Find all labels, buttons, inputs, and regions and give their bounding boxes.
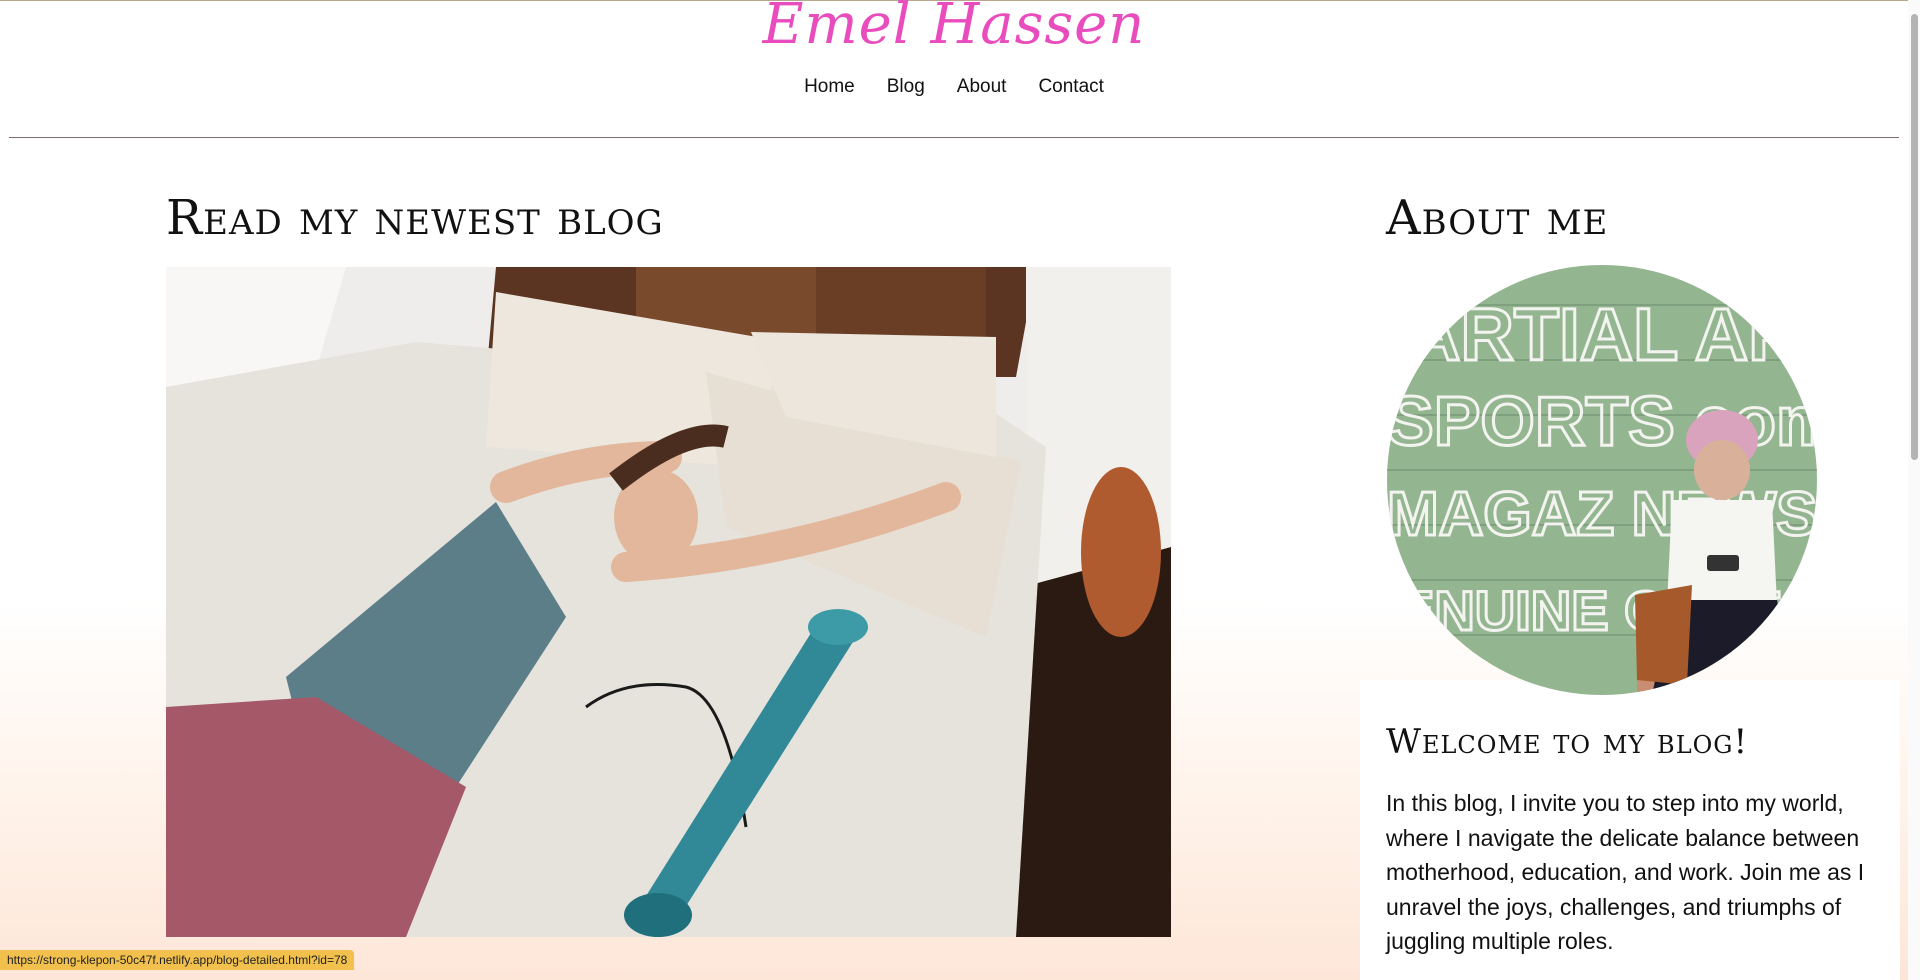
scrollbar-track[interactable] (1908, 0, 1920, 980)
featured-blog-image[interactable] (166, 267, 1171, 937)
mural-line-1: ARTIAL ARTS (1407, 293, 1817, 376)
newest-blog-heading: Read my newest blog (166, 190, 664, 246)
site-logo[interactable]: Emel Hassen (0, 0, 1908, 57)
nav-home-link[interactable]: Home (804, 76, 855, 98)
scrollbar-thumb[interactable] (1911, 14, 1918, 460)
nav-blog-link[interactable]: Blog (887, 76, 925, 98)
profile-photo: ARTIAL ARTS SPORTS comic MAGAZ NEWS ENUI… (1387, 265, 1817, 695)
link-status-url: https://strong-klepon-50c47f.netlify.app… (0, 950, 355, 970)
about-me-heading: About me (1386, 190, 1609, 246)
welcome-heading: Welcome to my blog! (1386, 722, 1749, 762)
main-nav: Home Blog About Contact (0, 76, 1908, 98)
header-divider (9, 137, 1899, 138)
nav-about-link[interactable]: About (957, 76, 1007, 98)
nav-contact-link[interactable]: Contact (1038, 76, 1103, 98)
intro-paragraph: In this blog, I invite you to step into … (1386, 790, 1865, 954)
